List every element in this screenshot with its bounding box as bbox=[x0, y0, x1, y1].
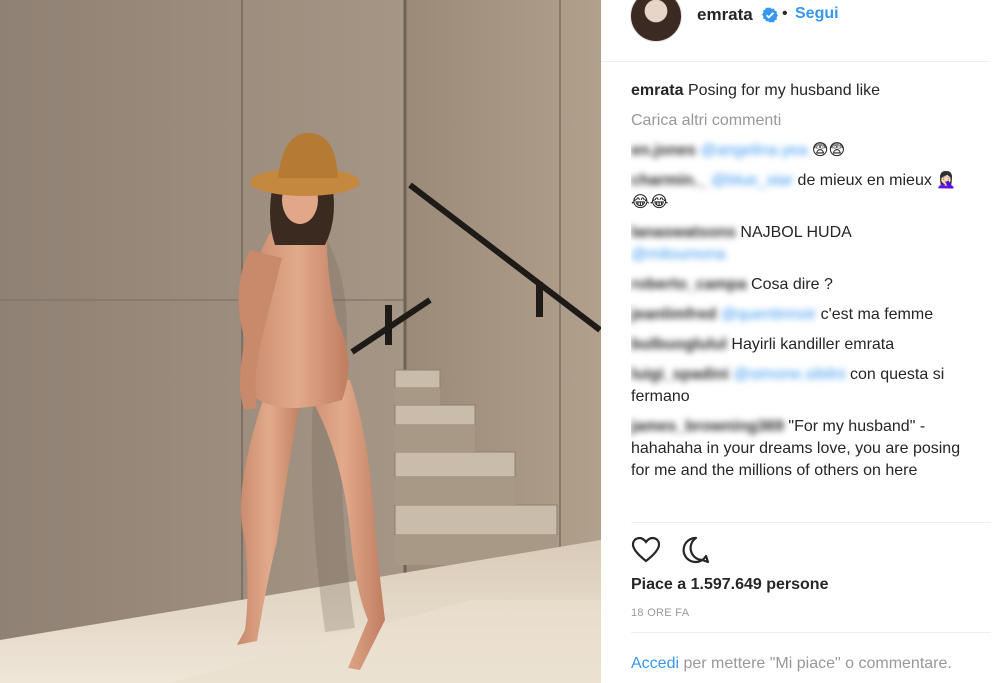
comment-bubble-icon[interactable] bbox=[681, 535, 711, 565]
comment-username[interactable]: charmin._ bbox=[631, 172, 707, 189]
post-caption: emrata Posing for my husband like bbox=[631, 80, 971, 102]
login-prompt: Accedi per mettere "Mi piace" o commenta… bbox=[631, 653, 971, 675]
comment-mention[interactable]: @blue_star bbox=[711, 172, 793, 189]
comment-item: roberto_campa Cosa dire ? bbox=[631, 274, 971, 296]
heart-icon[interactable] bbox=[631, 535, 661, 565]
post-photo-image bbox=[0, 0, 601, 683]
comment-username[interactable]: james_browning369 bbox=[631, 418, 784, 435]
post-photo[interactable] bbox=[0, 0, 601, 683]
comment-mention[interactable]: @simone.sibilni bbox=[733, 366, 845, 383]
comment-item: lanaswatsons NAJBOL HUDA @miloumona bbox=[631, 222, 971, 266]
comment-username[interactable]: jeanlimfred bbox=[631, 306, 716, 323]
comment-item: jeanlimfred @quentinnoir c'est ma femme bbox=[631, 304, 971, 326]
caption-username[interactable]: emrata bbox=[631, 82, 683, 99]
post-header: emrata • Segui bbox=[601, 0, 990, 62]
comment-text: c'est ma femme bbox=[816, 306, 934, 323]
comment-item: en.jones @angelina.yea 😨😨 bbox=[631, 140, 971, 162]
verified-badge-icon bbox=[762, 7, 778, 23]
comment-text: NAJBOL HUDA bbox=[735, 224, 852, 241]
comment-item: charmin._ @blue_star de mieux en mieux 🤦… bbox=[631, 170, 971, 214]
divider bbox=[631, 522, 991, 523]
caption-text: Posing for my husband like bbox=[687, 82, 881, 99]
comment-text: Cosa dire ? bbox=[746, 276, 833, 293]
comment-item: james_browning369 "For my husband" - hah… bbox=[631, 416, 971, 482]
comment-username[interactable]: lanaswatsons bbox=[631, 224, 736, 241]
comments-list[interactable]: emrata Posing for my husband like Carica… bbox=[631, 80, 971, 522]
login-link[interactable]: Accedi bbox=[631, 655, 679, 672]
comment-username[interactable]: bulbuoglulul bbox=[631, 336, 727, 353]
divider bbox=[631, 632, 991, 633]
separator-dot: • bbox=[782, 5, 788, 22]
post-timestamp[interactable]: 18 ORE FA bbox=[631, 607, 689, 619]
avatar[interactable] bbox=[630, 0, 682, 42]
login-prompt-text: per mettere "Mi piace" o commentare. bbox=[679, 655, 952, 672]
load-more-comments-button[interactable]: Carica altri commenti bbox=[631, 110, 971, 132]
comment-username[interactable]: en.jones bbox=[631, 142, 696, 159]
comment-item: luigi_spadini @simone.sibilni con questa… bbox=[631, 364, 971, 408]
likes-count[interactable]: Piace a 1.597.649 persone bbox=[631, 576, 828, 594]
more-options-icon[interactable]: ... bbox=[973, 675, 985, 683]
follow-button[interactable]: Segui bbox=[795, 5, 839, 23]
comment-mention[interactable]: @angelina.yea bbox=[700, 142, 807, 159]
post-side-panel: emrata • Segui emrata Posing for my husb… bbox=[601, 0, 1000, 683]
post-username[interactable]: emrata bbox=[697, 5, 753, 25]
comment-mention[interactable]: @miloumona bbox=[631, 246, 726, 263]
comment-text: Hayirli kandiller emrata bbox=[726, 336, 895, 353]
comment-username[interactable]: luigi_spadini bbox=[631, 366, 729, 383]
comment-username[interactable]: roberto_campa bbox=[631, 276, 747, 293]
comment-mention[interactable]: @quentinnoir bbox=[721, 306, 816, 323]
comment-item: bulbuoglulul Hayirli kandiller emrata bbox=[631, 334, 971, 356]
comment-text: 😨😨 bbox=[807, 142, 846, 159]
